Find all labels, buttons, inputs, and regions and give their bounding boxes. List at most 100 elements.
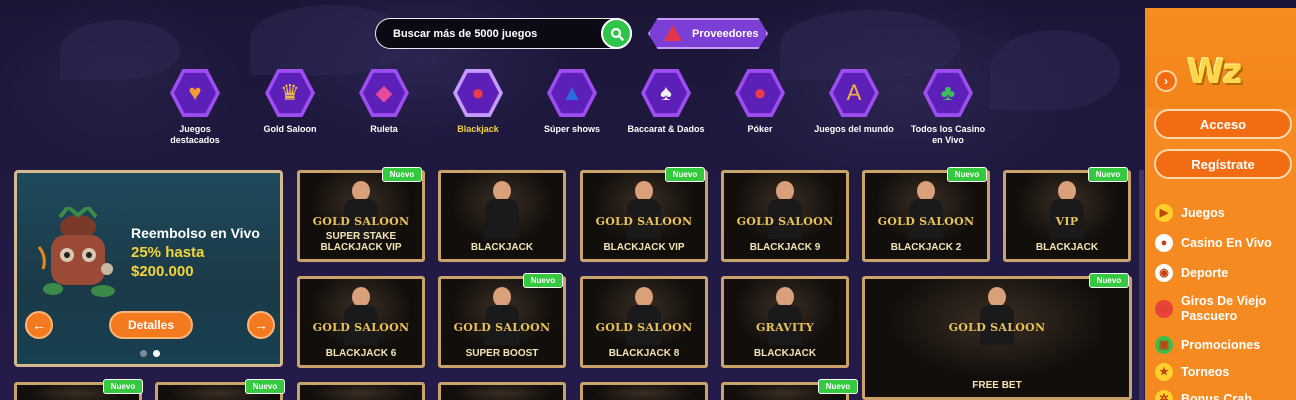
category-item[interactable]: ● Blackjack: [438, 68, 518, 135]
sidebar-item-label: Juegos: [1181, 205, 1225, 220]
chips-icon: ●: [753, 80, 767, 105]
sidebar: › Wz Acceso Regístrate ▶ Juegos ● Casino En…: [1145, 8, 1296, 400]
category-item[interactable]: ♣ Todos los Casino en Vivo: [908, 68, 988, 146]
game-tile[interactable]: VIP BLACKJACK: [1003, 170, 1131, 262]
dealer-image: [627, 181, 661, 241]
category-item[interactable]: ● Póker: [720, 68, 800, 135]
game-tile[interactable]: [580, 382, 708, 400]
game-tile[interactable]: GOLD SALOON SUPER STAKE BLACKJACK VIP: [297, 170, 425, 262]
game-brand: VIP: [1055, 215, 1079, 228]
sidebar-item[interactable]: ◉ Deporte: [1155, 264, 1291, 282]
category-hex: ♣: [923, 69, 973, 117]
arrow-right-icon: →: [254, 317, 268, 333]
letters-icon: A: [846, 80, 862, 105]
search-bar[interactable]: Buscar más de 5000 juegos: [375, 18, 632, 49]
game-tile[interactable]: [297, 382, 425, 400]
category-item[interactable]: ♛ Gold Saloon: [250, 68, 330, 135]
category-label: Gold Saloon: [263, 124, 317, 134]
tiki-mask-icon: [37, 207, 115, 297]
new-badge: Nuevo: [103, 379, 143, 394]
dealer-image: [627, 287, 661, 347]
sidebar-item[interactable]: ● Casino En Vivo: [1155, 234, 1291, 252]
category-hex: ◆: [359, 69, 409, 117]
category-label: Juegos destacados: [170, 124, 220, 145]
game-title: BLACKJACK 9: [749, 242, 821, 253]
arrow-left-icon: ←: [32, 317, 46, 333]
chips-icon: ●: [471, 80, 485, 105]
game-tile[interactable]: GRAVITY BLACKJACK: [721, 276, 849, 368]
sidebar-item-label: Torneos: [1181, 364, 1230, 379]
promo-amount-line1: 25% hasta: [131, 244, 205, 261]
sidebar-item[interactable]: ☺ Giros De Viejo Pascuero: [1155, 294, 1291, 324]
sidebar-toggle-button[interactable]: ›: [1155, 70, 1177, 92]
carousel-dot-active[interactable]: [153, 350, 160, 357]
category-item[interactable]: A Juegos del mundo: [814, 68, 894, 135]
login-button[interactable]: Acceso: [1154, 109, 1292, 139]
new-badge: Nuevo: [1088, 167, 1128, 182]
scrollbar[interactable]: [1139, 170, 1144, 400]
game-tile[interactable]: BLACKJACK: [438, 170, 566, 262]
dealer-image: [768, 287, 802, 347]
sidebar-item-label: Giros De Viejo Pascuero: [1181, 294, 1267, 323]
search-input[interactable]: Buscar más de 5000 juegos: [393, 28, 537, 40]
providers-button[interactable]: Proveedores: [648, 18, 768, 49]
category-item[interactable]: ♥ Juegos destacados: [155, 68, 235, 146]
game-tile[interactable]: GOLD SALOON SUPER BOOST: [438, 276, 566, 368]
category-label: Baccarat & Dados: [627, 124, 705, 134]
promo-banner[interactable]: Reembolso en Vivo 25% hasta $200.000 ← D…: [14, 170, 283, 367]
category-label: Súper shows: [543, 124, 600, 134]
game-title: SUPER STAKE BLACKJACK VIP: [320, 231, 402, 253]
game-title: BLACKJACK: [470, 242, 534, 253]
promo-next-button[interactable]: →: [247, 311, 275, 339]
promo-details-button[interactable]: Detalles: [109, 311, 193, 339]
category-label: Juegos del mundo: [814, 124, 894, 134]
category-item[interactable]: ◆ Ruleta: [344, 68, 424, 135]
santa-icon: ☺: [1155, 300, 1173, 318]
new-badge: Nuevo: [665, 167, 705, 182]
site-logo[interactable]: Wz: [1187, 52, 1242, 92]
carousel-dot[interactable]: [140, 350, 147, 357]
game-tile[interactable]: GOLD SALOON BLACKJACK 2: [862, 170, 990, 262]
soccer-ball-icon: ◉: [1155, 264, 1173, 282]
game-brand: GOLD SALOON: [312, 215, 410, 228]
spade-card-icon: ♠: [660, 80, 672, 105]
heart-icon: ♥: [188, 80, 202, 105]
new-badge: Nuevo: [947, 167, 987, 182]
category-label: Ruleta: [370, 124, 398, 134]
category-label: Todos los Casino en Vivo: [910, 124, 986, 145]
dealer-image: [909, 181, 943, 241]
game-tile[interactable]: GOLD SALOON BLACKJACK 8: [580, 276, 708, 368]
sidebar-item[interactable]: ▶ Juegos: [1155, 204, 1291, 222]
top-hat-icon: ▲: [561, 80, 583, 105]
sidebar-item[interactable]: ✲ Bonus Crab: [1155, 390, 1291, 400]
sidebar-item[interactable]: ▣ Promociones: [1155, 336, 1291, 354]
sidebar-item-label: Casino En Vivo: [1181, 235, 1272, 250]
search-button[interactable]: [601, 18, 632, 49]
chevron-right-icon: ›: [1164, 74, 1168, 88]
game-brand: GRAVITY: [755, 321, 815, 334]
game-brand: GOLD SALOON: [948, 321, 1046, 334]
new-badge: Nuevo: [245, 379, 285, 394]
gift-icon: ▣: [1155, 336, 1173, 354]
sidebar-item[interactable]: ★ Torneos: [1155, 363, 1291, 381]
game-tile[interactable]: GOLD SALOON BLACKJACK VIP: [580, 170, 708, 262]
poker-chip-icon: ●: [1155, 234, 1173, 252]
trophy-icon: ★: [1155, 363, 1173, 381]
game-tile[interactable]: GOLD SALOON BLACKJACK 9: [721, 170, 849, 262]
game-tile[interactable]: GOLD SALOON FREE BET: [862, 276, 1132, 400]
category-item[interactable]: ♠ Baccarat & Dados: [626, 68, 706, 135]
game-brand: GOLD SALOON: [877, 215, 975, 228]
game-tile[interactable]: GOLD SALOON BLACKJACK 6: [297, 276, 425, 368]
game-tile[interactable]: [438, 382, 566, 400]
dealer-image: [980, 287, 1014, 347]
new-badge: Nuevo: [1089, 273, 1129, 288]
game-title: BLACKJACK: [1035, 242, 1099, 253]
crown-icon: ♛: [280, 80, 300, 105]
category-hex: ♛: [265, 69, 315, 117]
game-title: BLACKJACK 2: [890, 242, 962, 253]
category-item[interactable]: ▲ Súper shows: [532, 68, 612, 135]
promo-amount: 25% hasta $200.000: [131, 243, 204, 281]
game-brand: GOLD SALOON: [595, 321, 693, 334]
register-button[interactable]: Regístrate: [1154, 149, 1292, 179]
promo-prev-button[interactable]: ←: [25, 311, 53, 339]
